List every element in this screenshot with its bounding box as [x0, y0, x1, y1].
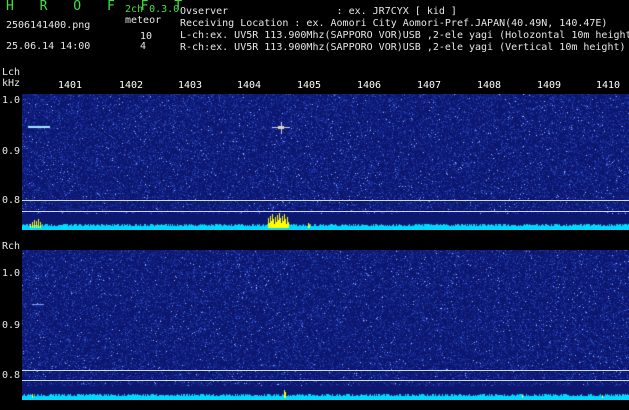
rch-spectrogram-canvas [22, 250, 629, 400]
rch-y-tick-1.0: 1.0 [2, 268, 21, 279]
x-tick-1407: 1407 [417, 80, 442, 91]
lch-spectrogram [22, 94, 629, 230]
lch-info-line: L-ch:ex. UV5R 113.900Mhz(SAPPORO VOR)USB… [180, 30, 629, 41]
lch-frequency-line-lower [22, 211, 629, 212]
x-tick-1410: 1410 [596, 80, 621, 91]
lch-spectrogram-canvas [22, 94, 629, 230]
lch-frequency-line-upper [22, 200, 629, 201]
observer-line: Ovserver : ex. JR7CYX [ kid ] [180, 6, 457, 17]
lch-unit-label: kHz [2, 78, 21, 89]
rch-info-line: R-ch:ex. UV5R 113.900Mhz(SAPPORO VOR)USB… [180, 42, 626, 53]
x-tick-1408: 1408 [477, 80, 502, 91]
rch-y-tick-0.8: 0.8 [2, 370, 21, 381]
rch-frequency-line-lower [22, 380, 629, 381]
x-tick-1401: 1401 [58, 80, 83, 91]
meteor-label: meteor [125, 15, 162, 26]
lch-y-tick-0.8: 0.8 [2, 195, 21, 206]
lch-y-tick-1.0: 1.0 [2, 95, 21, 106]
x-tick-1404: 1404 [237, 80, 262, 91]
x-tick-1402: 1402 [119, 80, 144, 91]
filename-label: 2506141400.png [6, 20, 91, 31]
rch-channel-label: Rch [2, 241, 21, 252]
x-tick-1403: 1403 [178, 80, 203, 91]
datetime-label: 25.06.14 14:00 [6, 41, 91, 52]
meteor-count-rch: 4 [140, 41, 147, 52]
x-tick-1409: 1409 [537, 80, 562, 91]
rch-spectrogram [22, 250, 629, 400]
rch-y-tick-0.9: 0.9 [2, 320, 21, 331]
x-tick-1406: 1406 [357, 80, 382, 91]
lch-y-tick-0.9: 0.9 [2, 146, 21, 157]
rch-frequency-line-upper [22, 370, 629, 371]
x-tick-1405: 1405 [297, 80, 322, 91]
location-line: Receiving Location : ex. Aomori City Aom… [180, 18, 608, 29]
